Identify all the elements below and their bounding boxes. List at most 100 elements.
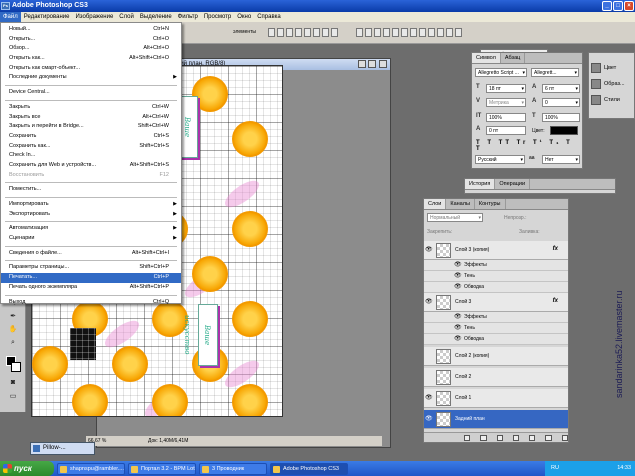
menu-6[interactable]: Просмотр	[201, 12, 234, 22]
swatches-panel-button[interactable]: Образ...	[591, 77, 625, 91]
effect-eye-icon[interactable]: 👁	[454, 283, 462, 291]
menu-item[interactable]: Сведения о файле... Alt+Shift+Ctrl+I	[1, 249, 181, 259]
align-option-icon[interactable]	[365, 28, 372, 37]
tab-history[interactable]: История	[465, 179, 496, 189]
tab-layers[interactable]: Слои	[424, 199, 447, 209]
taskbar-item[interactable]: shapnspu@rambler....	[57, 462, 125, 475]
menu-item[interactable]: Открыть как смарт-объект...	[1, 64, 181, 74]
menu-item[interactable]: Сохранить для Web и устройств... Alt+Shif…	[1, 161, 181, 171]
effect-eye-icon[interactable]: 👁	[454, 324, 462, 332]
new-layer-icon[interactable]	[545, 434, 552, 441]
kerning-field[interactable]: Метрика	[486, 98, 526, 107]
leading-field[interactable]: 6 пт	[542, 84, 580, 93]
tracking-field[interactable]: 0	[542, 98, 580, 107]
menu-item[interactable]: Закрыть и перейти в Bridge... Shift+Ctrl+…	[1, 122, 181, 132]
layer-effects-icon[interactable]: fx	[553, 246, 558, 252]
doc-minimize-button[interactable]	[358, 60, 366, 68]
align-option-icon[interactable]	[374, 28, 381, 37]
align-option-icon[interactable]	[446, 28, 453, 37]
menu-item[interactable]: Закрыть Ctrl+W	[1, 103, 181, 113]
tab-paragraph[interactable]: Абзац	[501, 53, 526, 63]
align-option-icon[interactable]	[322, 28, 329, 37]
menu-7[interactable]: Окно	[234, 12, 254, 22]
menu-item[interactable]: Обзор... Alt+Ctrl+O	[1, 44, 181, 54]
taskbar-item[interactable]: Adobe Photoshop CS3	[270, 462, 348, 475]
doc-close-button[interactable]	[379, 60, 387, 68]
align-option-icon[interactable]	[286, 28, 293, 37]
menu-item[interactable]: Последние документы ▶	[1, 73, 181, 83]
align-option-icon[interactable]	[277, 28, 284, 37]
align-option-icon[interactable]	[455, 28, 462, 37]
minimize-button[interactable]: _	[602, 1, 612, 11]
vertical-scale-field[interactable]: 100%	[486, 113, 526, 122]
menu-1[interactable]: Редактирование	[21, 12, 73, 22]
maximize-button[interactable]: □	[613, 1, 623, 11]
zoom-tool-icon[interactable]: ⌕	[8, 338, 18, 348]
effect-eye-icon[interactable]: 👁	[454, 335, 462, 343]
layer-effect-row[interactable]: 👁 Эффекты	[424, 260, 568, 271]
layer-effect-row[interactable]: 👁 Обводка	[424, 282, 568, 293]
layer-effects-icon[interactable]: fx	[553, 298, 558, 304]
effect-eye-icon[interactable]: 👁	[454, 313, 462, 321]
doc-maximize-button[interactable]	[368, 60, 376, 68]
effect-eye-icon[interactable]: 👁	[454, 272, 462, 280]
align-option-icon[interactable]	[428, 28, 435, 37]
layer-row[interactable]: 👁 Слой 3 fx	[424, 293, 568, 312]
layer-mask-icon[interactable]	[496, 434, 503, 441]
color-panel-button[interactable]: Цвет	[591, 61, 616, 75]
menu-item[interactable]: Автоматизация ▶	[1, 224, 181, 234]
align-option-icon[interactable]	[331, 28, 338, 37]
visibility-eye-icon[interactable]: 👁	[425, 415, 433, 423]
layer-row[interactable]: 👁 Задний план	[424, 410, 568, 429]
align-option-icon[interactable]	[383, 28, 390, 37]
menu-item[interactable]: Импортировать ▶	[1, 200, 181, 210]
menu-item[interactable]: Новый... Ctrl+N	[1, 25, 181, 35]
minimized-document[interactable]: Pillow-...	[30, 442, 95, 455]
start-button[interactable]: пуск	[0, 461, 54, 476]
font-family-select[interactable]: Allegretto Script ...	[475, 68, 527, 77]
layer-effect-row[interactable]: 👁 Тень	[424, 323, 568, 334]
styles-panel-button[interactable]: Стили	[591, 93, 620, 107]
text-style-buttons[interactable]: T T TT Tr T¹ T₁ T T	[476, 140, 580, 152]
menu-item[interactable]: Открыть как... Alt+Shift+Ctrl+O	[1, 54, 181, 64]
horizontal-scale-field[interactable]: 100%	[542, 113, 580, 122]
visibility-eye-icon[interactable]: 👁	[425, 246, 433, 254]
menu-8[interactable]: Справка	[254, 12, 284, 22]
menu-item[interactable]: Выход Ctrl+Q	[1, 298, 181, 308]
align-option-icon[interactable]	[419, 28, 426, 37]
new-group-icon[interactable]	[529, 434, 536, 441]
menu-item[interactable]: Device Central...	[1, 88, 181, 98]
background-color-swatch[interactable]	[11, 362, 21, 372]
menu-item[interactable]: Экспортировать ▶	[1, 210, 181, 220]
baseline-shift-field[interactable]: 0 пт	[486, 126, 526, 135]
pen-tool-icon[interactable]: ✒	[8, 312, 18, 322]
align-option-icon[interactable]	[401, 28, 408, 37]
layer-row[interactable]: 👁 Слой 1	[424, 389, 568, 408]
menu-item[interactable]: Поместить...	[1, 185, 181, 195]
layer-row[interactable]: Слой 2 (копия)	[424, 347, 568, 366]
tab-character[interactable]: Символ	[472, 53, 501, 63]
blend-mode-select[interactable]: Нормальный	[427, 213, 483, 222]
tab-channels[interactable]: Каналы	[446, 199, 475, 209]
tab-actions[interactable]: Операции	[495, 179, 531, 189]
delete-layer-icon[interactable]	[561, 434, 568, 441]
align-option-icon[interactable]	[304, 28, 311, 37]
link-layers-icon[interactable]	[464, 434, 471, 441]
align-option-icon[interactable]	[437, 28, 444, 37]
menu-item[interactable]: Закрыть все Alt+Ctrl+W	[1, 113, 181, 123]
layer-effect-row[interactable]: 👁 Эффекты	[424, 312, 568, 323]
adjustment-layer-icon[interactable]	[512, 434, 520, 441]
layer-row[interactable]: Слой 2	[424, 368, 568, 387]
menu-item[interactable]: Печать одного экземпляра Alt+Shift+Ctrl+P	[1, 283, 181, 293]
font-size-field[interactable]: 18 пт	[486, 84, 526, 93]
taskbar-item[interactable]: Портал 3.2 - ВРМ Lot...	[128, 462, 196, 475]
visibility-eye-icon[interactable]	[425, 373, 433, 381]
menu-item[interactable]: Сохранить Ctrl+S	[1, 132, 181, 142]
layer-effect-row[interactable]: 👁 Тень	[424, 271, 568, 282]
font-style-select[interactable]: Allegrett...	[531, 68, 579, 77]
hand-tool-icon[interactable]: ✋	[8, 325, 18, 335]
menu-5[interactable]: Фильтр	[175, 12, 201, 22]
visibility-eye-icon[interactable]: 👁	[425, 394, 433, 402]
menu-item[interactable]: Восстановить F12	[1, 171, 181, 181]
language-indicator[interactable]: RU	[551, 465, 559, 471]
